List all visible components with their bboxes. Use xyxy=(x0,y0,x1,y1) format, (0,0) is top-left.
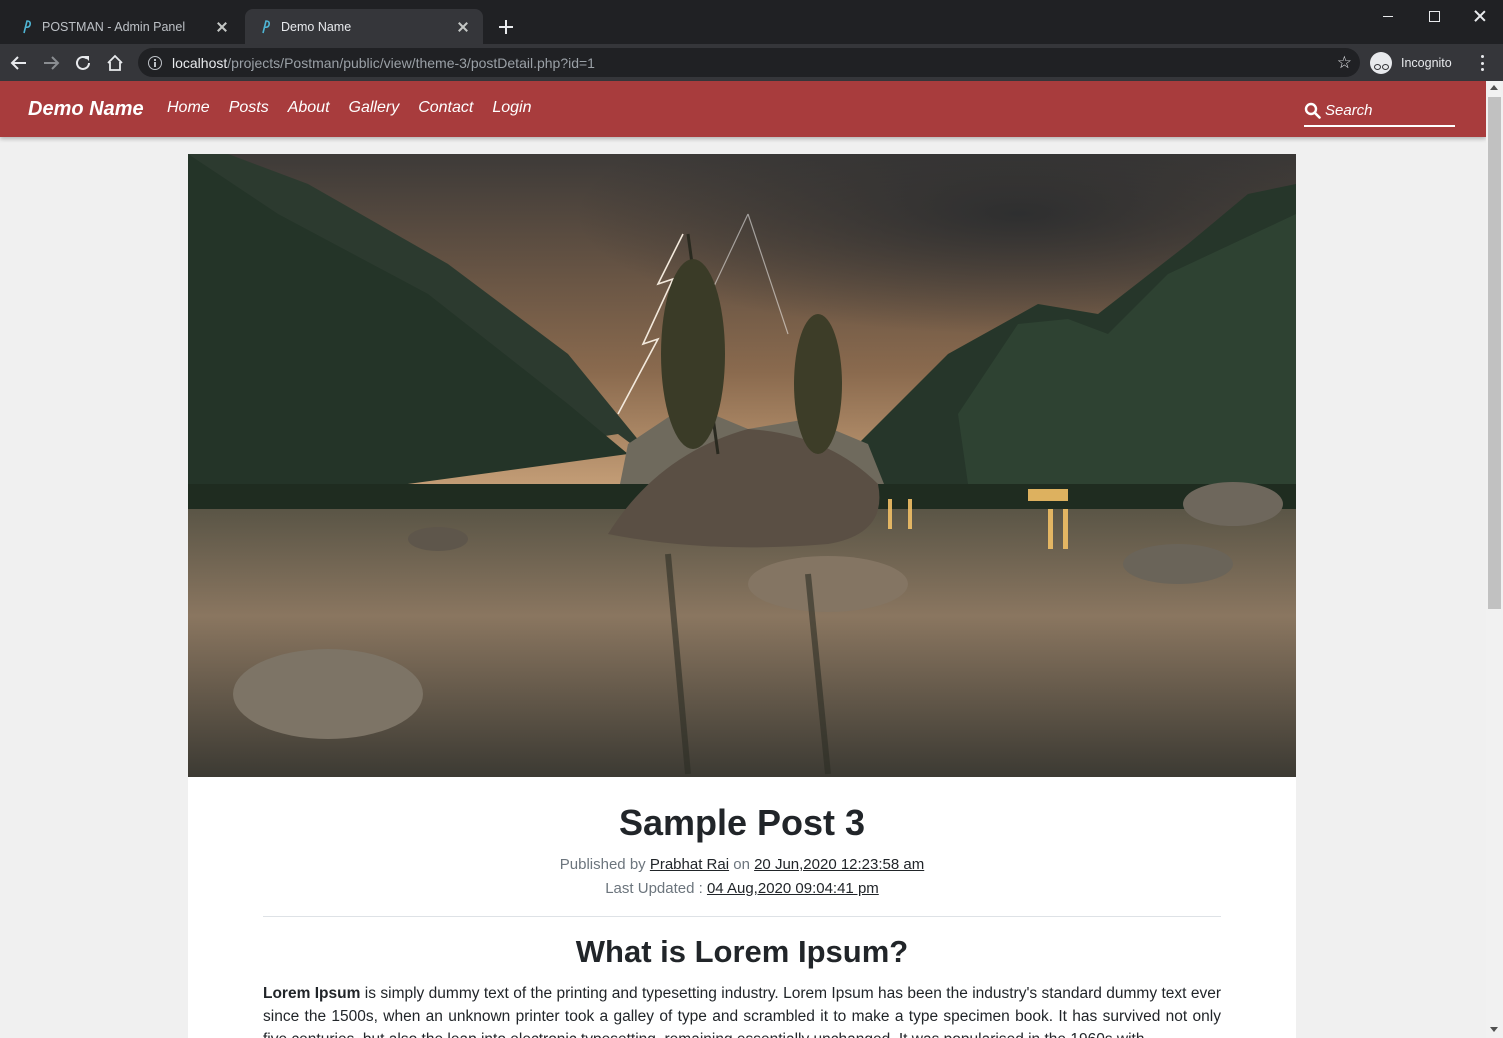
nav-about[interactable]: About xyxy=(288,99,330,117)
on-word: on xyxy=(733,856,750,873)
site-navbar: Demo Name Home Posts About Gallery Conta… xyxy=(0,81,1486,137)
reload-icon[interactable] xyxy=(70,50,96,76)
browser-tabstrip: POSTMAN - Admin Panel Demo Name xyxy=(0,0,1503,44)
body-bold-lead: Lorem Ipsum xyxy=(263,985,361,1002)
nav-gallery[interactable]: Gallery xyxy=(349,99,400,117)
divider xyxy=(263,916,1221,917)
author-link[interactable]: Prabhat Rai xyxy=(650,856,729,873)
tab-postman-admin[interactable]: POSTMAN - Admin Panel xyxy=(6,9,242,44)
window-close-icon[interactable] xyxy=(1457,0,1503,32)
scroll-down-arrow-icon[interactable] xyxy=(1490,1027,1498,1032)
address-bar[interactable]: localhost/projects/Postman/public/view/t… xyxy=(138,48,1360,77)
post-body-paragraph: Lorem Ipsum is simply dummy text of the … xyxy=(263,982,1221,1038)
search-placeholder: Search xyxy=(1325,101,1373,119)
incognito-indicator[interactable]: Incognito xyxy=(1370,49,1452,76)
tab-demo-name[interactable]: Demo Name xyxy=(245,9,483,44)
nav-home[interactable]: Home xyxy=(167,99,210,117)
tab-close-icon[interactable] xyxy=(214,19,230,35)
post-hero-image xyxy=(188,154,1296,777)
forward-arrow-icon[interactable] xyxy=(38,50,64,76)
window-minimize-icon[interactable] xyxy=(1365,0,1411,32)
new-tab-plus-icon[interactable] xyxy=(496,17,516,37)
scroll-up-arrow-icon[interactable] xyxy=(1490,85,1498,90)
site-brand[interactable]: Demo Name xyxy=(28,98,144,121)
post-card: Sample Post 3 Published by Prabhat Rai o… xyxy=(188,154,1296,1038)
bookmark-star-icon[interactable]: ☆ xyxy=(1337,53,1352,73)
published-date-link[interactable]: 20 Jun,2020 12:23:58 am xyxy=(754,856,924,873)
post-title: Sample Post 3 xyxy=(618,802,866,843)
body-text: is simply dummy text of the printing and… xyxy=(263,985,1221,1038)
post-updated-meta: Last Updated : 04 Aug,2020 09:04:41 pm xyxy=(188,880,1296,897)
incognito-label: Incognito xyxy=(1401,55,1452,70)
tab-title: Demo Name xyxy=(281,19,352,34)
postman-favicon-icon xyxy=(23,19,31,33)
tab-title: POSTMAN - Admin Panel xyxy=(42,19,186,34)
search-input[interactable]: Search xyxy=(1304,95,1455,127)
site-info-icon[interactable] xyxy=(148,55,162,70)
landscape-image xyxy=(188,154,1296,777)
updated-prefix: Last Updated : xyxy=(605,880,703,897)
back-arrow-icon[interactable] xyxy=(6,50,32,76)
published-prefix: Published by xyxy=(559,856,646,873)
page-scrollbar[interactable] xyxy=(1486,81,1503,1038)
nav-posts[interactable]: Posts xyxy=(229,99,269,117)
address-url: localhost/projects/Postman/public/view/t… xyxy=(172,54,595,71)
search-icon xyxy=(1304,102,1321,119)
post-published-meta: Published by Prabhat Rai on 20 Jun,2020 … xyxy=(188,856,1296,873)
browser-toolbar: localhost/projects/Postman/public/view/t… xyxy=(0,44,1503,81)
nav-contact[interactable]: Contact xyxy=(418,99,473,117)
home-icon[interactable] xyxy=(102,50,128,76)
incognito-icon xyxy=(1370,51,1392,74)
updated-date-link[interactable]: 04 Aug,2020 09:04:41 pm xyxy=(707,880,879,897)
window-maximize-icon[interactable] xyxy=(1411,0,1457,32)
section-heading: What is Lorem Ipsum? xyxy=(575,934,909,969)
browser-menu-icon[interactable] xyxy=(1474,53,1490,73)
nav-login[interactable]: Login xyxy=(492,99,531,117)
tab-close-icon[interactable] xyxy=(455,19,471,35)
page-viewport: Demo Name Home Posts About Gallery Conta… xyxy=(0,81,1486,1038)
scroll-thumb[interactable] xyxy=(1488,97,1501,609)
nav-links: Home Posts About Gallery Contact Login xyxy=(167,99,551,117)
postman-favicon-icon xyxy=(262,19,270,33)
